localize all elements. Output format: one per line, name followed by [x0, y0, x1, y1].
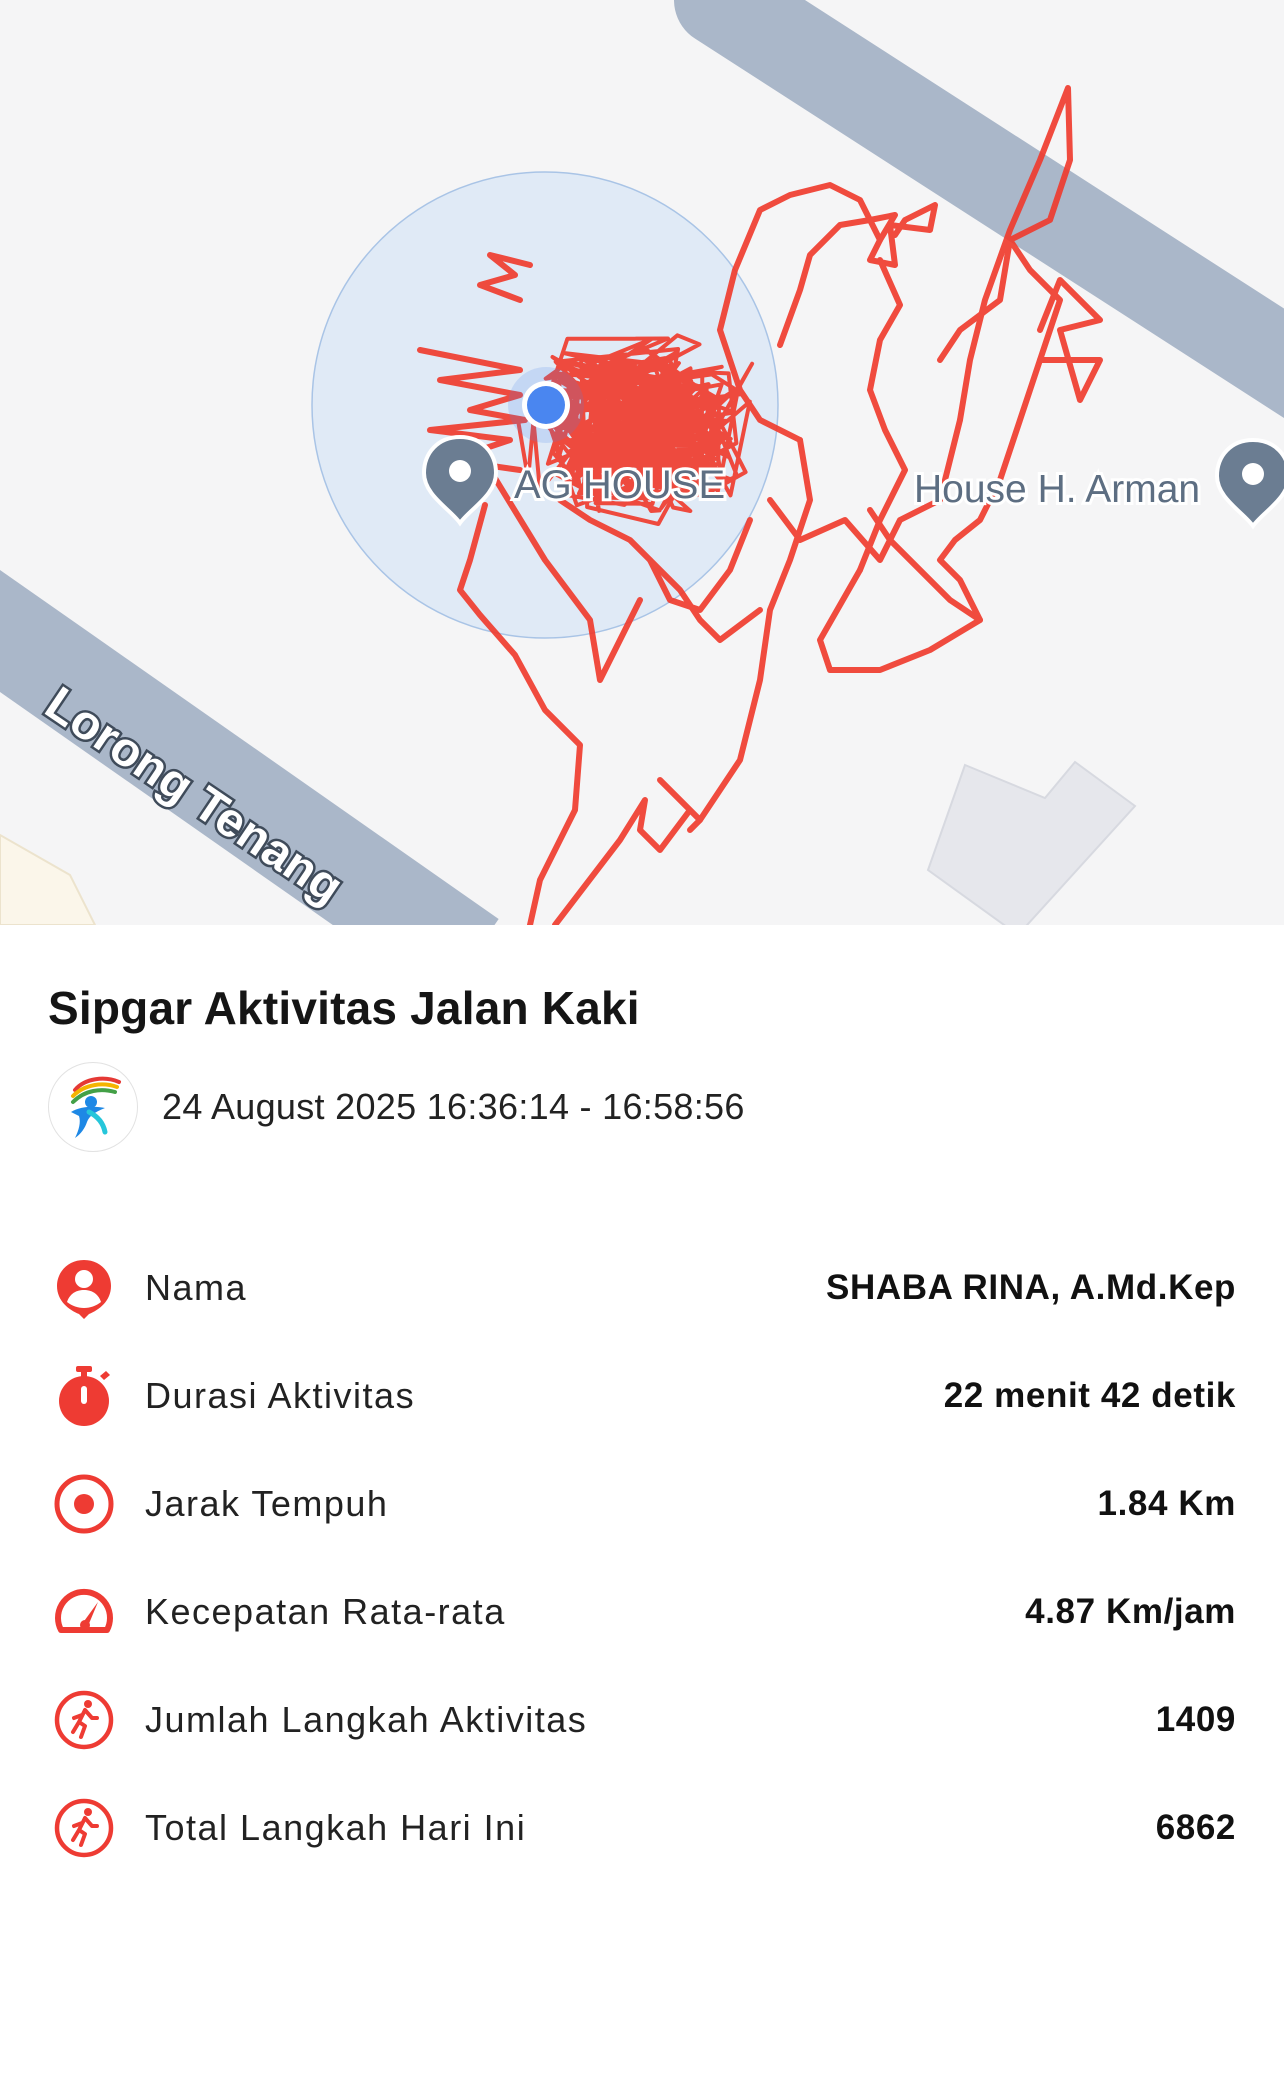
stat-label: Kecepatan Rata-rata: [145, 1591, 506, 1632]
target-icon: [48, 1468, 120, 1540]
stat-label: Durasi Aktivitas: [145, 1375, 416, 1416]
stat-row-kecepatan: Kecepatan Rata-rata 4.87 Km/jam: [48, 1572, 1236, 1652]
stat-label: Jarak Tempuh: [145, 1483, 389, 1524]
stat-row-nama: Nama SHABA RINA, A.Md.Kep: [48, 1248, 1236, 1328]
activity-date-range: 24 August 2025 16:36:14 - 16:58:56: [162, 1086, 745, 1127]
route-segment: [817, 507, 983, 673]
map-pin-icon[interactable]: [1214, 437, 1284, 530]
place-label-house-h-arman[interactable]: House H. Arman: [911, 465, 1203, 514]
stat-label: Total Langkah Hari Ini: [145, 1807, 527, 1848]
building-shape: [0, 833, 97, 925]
stat-value: 1409: [1155, 1700, 1236, 1739]
stat-value: SHABA RINA, A.Md.Kep: [826, 1268, 1236, 1307]
runner-icon: [48, 1792, 120, 1864]
activity-summary-sheet: Sipgar Aktivitas Jalan Kaki 24 August 20…: [0, 925, 1284, 2085]
location-dot-icon[interactable]: [508, 367, 584, 443]
route-segment: [777, 202, 938, 348]
stat-value: 6862: [1155, 1808, 1236, 1847]
user-pin-icon: [48, 1252, 120, 1324]
stat-row-jarak: Jarak Tempuh 1.84 Km: [48, 1464, 1236, 1544]
activity-title: Sipgar Aktivitas Jalan Kaki: [48, 982, 640, 1034]
building-shape: [926, 760, 1137, 925]
place-label-ag-house[interactable]: AG HOUSE: [511, 460, 728, 510]
speedometer-icon: [48, 1576, 120, 1648]
stopwatch-icon: [48, 1360, 120, 1432]
stat-value: 1.84 Km: [1097, 1484, 1236, 1523]
activity-meta: 24 August 2025 16:36:14 - 16:58:56: [48, 1062, 745, 1152]
stat-value: 22 menit 42 detik: [943, 1376, 1236, 1415]
activity-map[interactable]: Lorong Tenang AG HOUSE House H. Arman: [0, 0, 1284, 925]
stat-label: Jumlah Langkah Aktivitas: [145, 1699, 588, 1740]
stat-row-jumlah-langkah: Jumlah Langkah Aktivitas 1409: [48, 1680, 1236, 1760]
stat-row-total-langkah: Total Langkah Hari Ini 6862: [48, 1788, 1236, 1868]
stat-value: 4.87 Km/jam: [1025, 1592, 1236, 1631]
sipgar-runner-logo-icon: [48, 1062, 138, 1152]
runner-icon: [48, 1684, 120, 1756]
stat-label: Nama: [145, 1267, 248, 1308]
stat-row-durasi: Durasi Aktivitas 22 menit 42 detik: [48, 1356, 1236, 1436]
